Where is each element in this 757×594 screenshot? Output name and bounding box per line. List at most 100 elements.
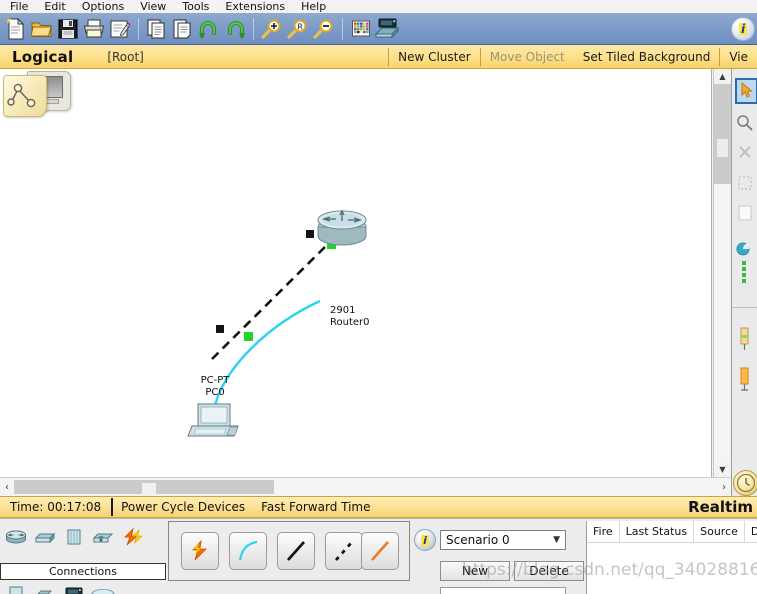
wan-emulation-category-icon[interactable] [62, 583, 86, 594]
scenario-info-icon[interactable]: i [414, 529, 436, 551]
scenario-toggle-strip[interactable] [440, 587, 566, 594]
event-column-source[interactable]: Source [694, 520, 745, 543]
device-router0[interactable] [317, 209, 367, 246]
zoom-out-icon[interactable] [311, 15, 337, 43]
realtime-mode-label[interactable]: Realtim [688, 498, 757, 516]
link-copper-cross-over[interactable] [211, 235, 337, 360]
selected-category-label: Connections [0, 563, 166, 580]
menu-extensions[interactable]: Extensions [217, 0, 293, 13]
connections-category-icon[interactable] [120, 527, 144, 547]
event-list-header-row: Fire Last Status Source D [587, 520, 757, 543]
toolbar-separator-1 [138, 17, 139, 40]
simulation-status-bar: Time: 00:17:08 Power Cycle Devices Fast … [0, 496, 757, 518]
menu-view[interactable]: View [132, 0, 174, 13]
menu-options[interactable]: Options [74, 0, 132, 13]
envelope-tool[interactable] [735, 367, 757, 393]
paste-icon[interactable] [170, 15, 196, 43]
device-pc0[interactable] [187, 403, 239, 437]
event-column-fire[interactable]: Fire [587, 520, 620, 543]
scenario-new-button[interactable]: New [440, 561, 510, 581]
console-connection[interactable] [229, 532, 267, 570]
horizontal-scroll-thumb[interactable] [142, 483, 156, 495]
open-folder-icon[interactable] [29, 15, 55, 43]
workspace-tab-stack [3, 69, 93, 121]
resize-shape-tool[interactable] [735, 171, 757, 195]
right-palette-divider [732, 307, 757, 308]
pc-model-label: PC-PT [200, 375, 230, 386]
simulation-time-label: Time: 00:17:08 [10, 500, 102, 514]
scroll-up-arrow-icon[interactable]: ▲ [714, 69, 731, 84]
vertical-scroll-thumb[interactable] [717, 139, 728, 157]
draw-tool[interactable] [735, 237, 757, 261]
simulation-clock-icon[interactable] [733, 470, 757, 496]
undo-icon[interactable] [196, 15, 222, 43]
power-cycle-devices-button[interactable]: Power Cycle Devices [113, 500, 253, 514]
router-name-label: Router0 [330, 317, 370, 328]
palette-icon[interactable] [348, 15, 374, 43]
device-label-pc0: PC-PT PC0 [175, 375, 255, 399]
tab-logical[interactable] [3, 75, 47, 117]
print-icon[interactable] [81, 15, 107, 43]
new-file-icon[interactable] [3, 15, 29, 43]
select-tool[interactable] [735, 78, 757, 104]
scroll-right-arrow-icon[interactable]: › [717, 478, 731, 496]
inspect-tool[interactable] [735, 111, 757, 135]
end-devices-category-icon[interactable] [4, 583, 28, 594]
copy-icon[interactable] [144, 15, 170, 43]
menu-edit[interactable]: Edit [36, 0, 73, 13]
main-toolbar: R i [0, 13, 757, 45]
scroll-down-arrow-icon[interactable]: ▼ [714, 462, 731, 477]
simple-pdu-tool[interactable] [735, 261, 757, 285]
copper-cross-over-connection[interactable] [325, 532, 363, 570]
new-cluster-button[interactable]: New Cluster [389, 46, 480, 68]
scenario-info-badge-label: i [421, 533, 429, 547]
move-object-button[interactable]: Move Object [481, 46, 574, 68]
switches-category-icon[interactable] [33, 527, 57, 547]
network-topology [187, 209, 367, 437]
device-label-router0: 2901 Router0 [330, 305, 370, 329]
menu-file[interactable]: File [2, 0, 36, 13]
logical-workspace-canvas[interactable]: 2901 Router0 PC-PT PC0 [0, 69, 712, 477]
automatically-choose-connection-type[interactable] [181, 532, 219, 570]
scroll-left-arrow-icon[interactable]: ‹ [0, 478, 14, 496]
router-model-label: 2901 [330, 305, 356, 316]
copper-straight-through-connection[interactable] [277, 532, 315, 570]
viewport-button[interactable]: Vie [720, 46, 757, 68]
wireless-devices-category-icon[interactable] [91, 527, 115, 547]
activity-wizard-icon[interactable] [107, 15, 133, 43]
chevron-down-icon: ▼ [553, 535, 560, 545]
event-column-destination[interactable]: D [745, 521, 757, 543]
custom-made-devices-category-icon[interactable] [91, 583, 115, 594]
horizontal-scroll-track[interactable] [14, 480, 274, 495]
info-icon[interactable]: i [731, 16, 755, 41]
place-note-tool[interactable] [735, 201, 757, 225]
link-status-down-pc [216, 325, 224, 333]
workspace-vertical-scrollbar[interactable]: ▲ ▼ [713, 69, 731, 477]
fast-forward-time-button[interactable]: Fast Forward Time [253, 500, 378, 514]
zoom-in-icon[interactable] [259, 15, 285, 43]
device-template-icon[interactable] [374, 15, 400, 43]
complex-pdu-tool[interactable] [735, 327, 757, 351]
redo-icon[interactable] [222, 15, 248, 43]
delete-tool[interactable] [735, 141, 757, 165]
zoom-reset-icon[interactable]: R [285, 15, 311, 43]
workspace-horizontal-scrollbar[interactable]: ‹ › [0, 477, 731, 496]
menu-tools[interactable]: Tools [174, 0, 217, 13]
toolbar-separator-2 [253, 17, 254, 40]
network-graph-icon [7, 83, 36, 108]
event-column-last-status[interactable]: Last Status [620, 520, 695, 543]
toolbar-separator-3 [342, 17, 343, 40]
svg-text:R: R [297, 22, 303, 31]
set-tiled-background-button[interactable]: Set Tiled Background [574, 46, 720, 68]
vertical-scroll-track[interactable] [714, 84, 731, 184]
bottom-panel: Connections i Scenario 0 ▼ New Delete Fi… [0, 518, 757, 594]
fiber-connection[interactable] [361, 532, 399, 570]
scenario-delete-button[interactable]: Delete [514, 561, 584, 581]
scenario-selected-label: Scenario 0 [446, 533, 510, 547]
hubs-category-icon[interactable] [62, 527, 86, 547]
menu-help[interactable]: Help [293, 0, 334, 13]
save-icon[interactable] [55, 15, 81, 43]
security-category-icon[interactable] [33, 583, 57, 594]
routers-category-icon[interactable] [4, 527, 28, 547]
scenario-select[interactable]: Scenario 0 ▼ [440, 530, 566, 550]
